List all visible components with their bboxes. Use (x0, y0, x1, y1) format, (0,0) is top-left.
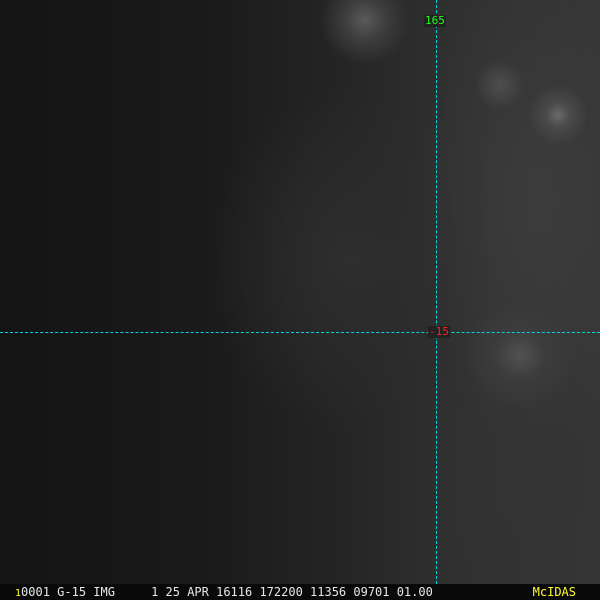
longitude-grid-line (436, 0, 437, 584)
latitude-label: -15 (428, 325, 450, 338)
latitude-grid-line (0, 332, 600, 333)
satellite-image: 165 -15 10001 G-15 IMG 1 25 APR 16116 17… (0, 0, 600, 600)
info-bar: 10001 G-15 IMG 1 25 APR 16116 172200 113… (0, 584, 600, 600)
longitude-label: 165 (424, 14, 446, 27)
mcidas-logo: McIDAS (532, 585, 576, 599)
image-info: 0001 G-15 IMG 1 25 APR 16116 172200 1135… (21, 585, 433, 599)
